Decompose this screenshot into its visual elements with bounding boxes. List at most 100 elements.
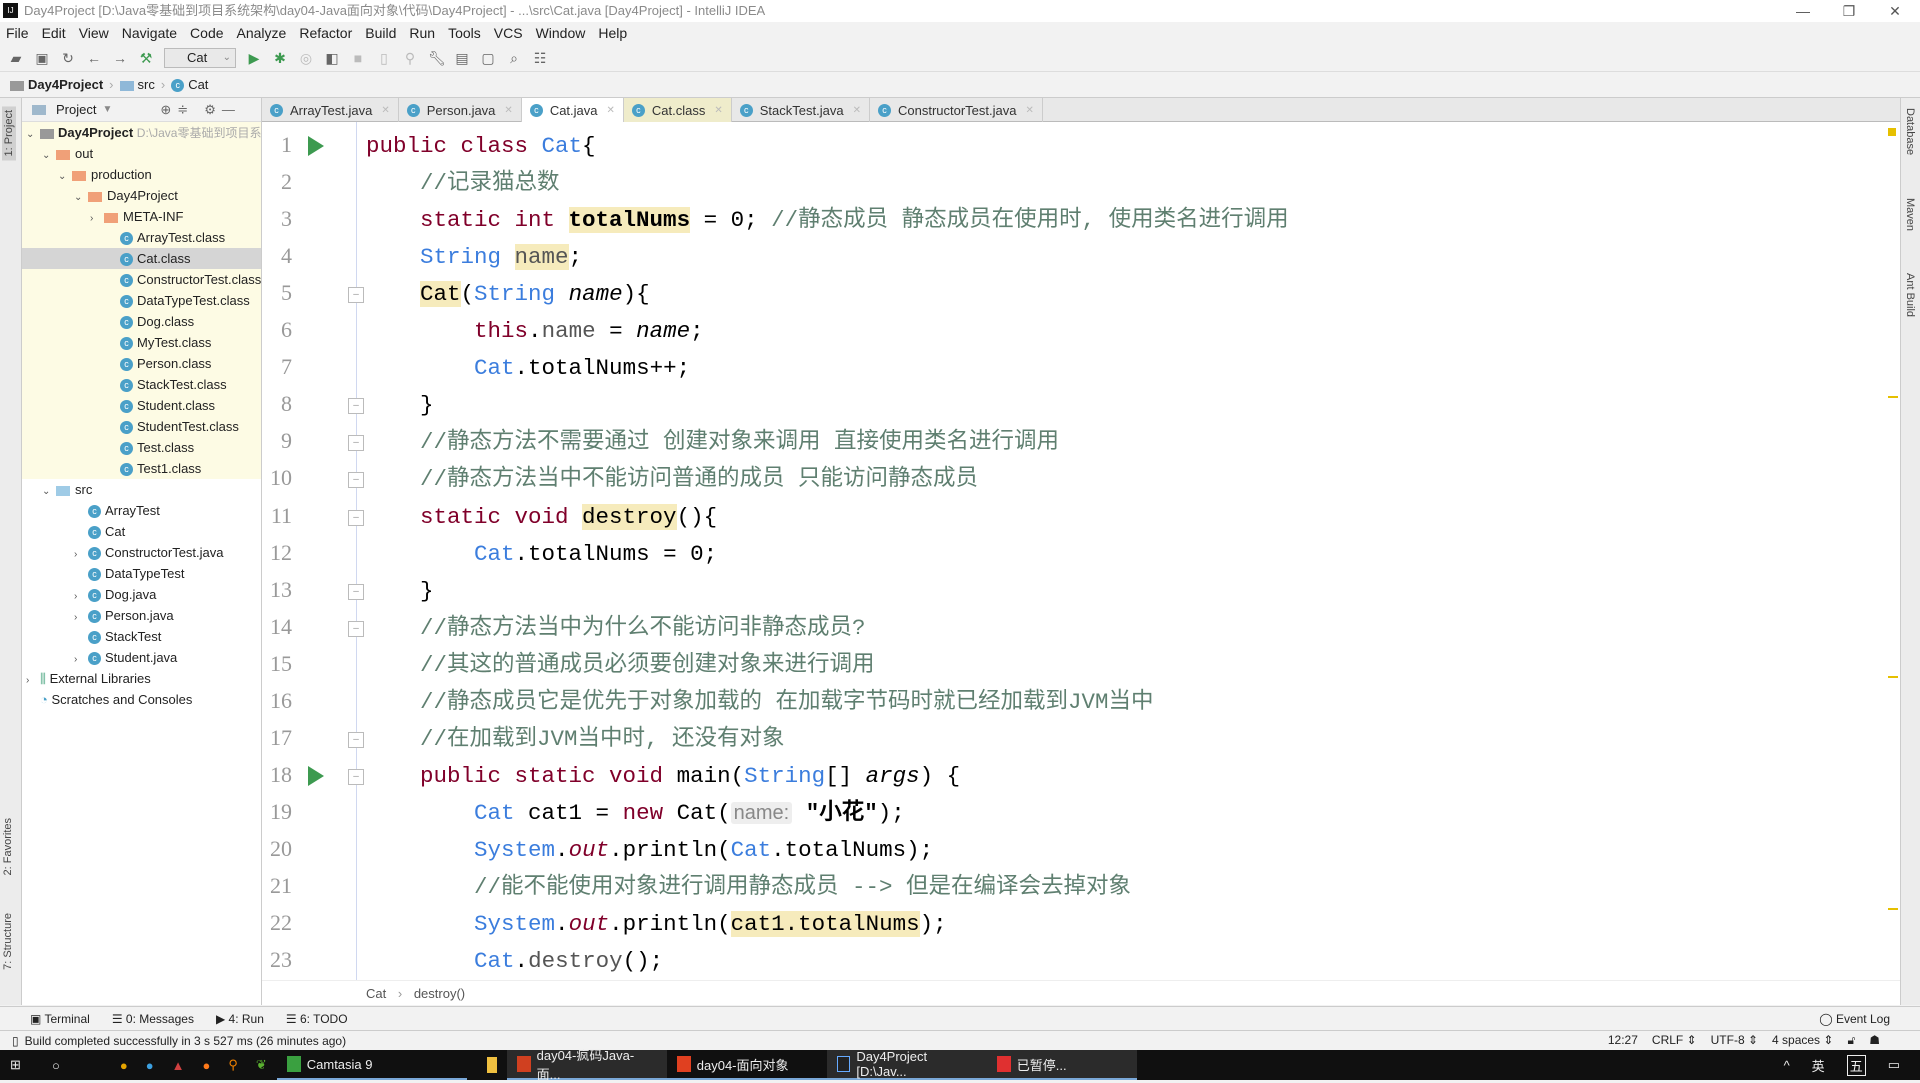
open-icon[interactable]: ▰ — [8, 50, 24, 66]
run-config-select[interactable]: Cat ⌄ — [164, 47, 236, 68]
tab-stacktest-java[interactable]: c StackTest.java ✕ — [732, 98, 870, 122]
locate-icon[interactable]: ⊕ — [160, 102, 171, 118]
menu-navigate[interactable]: Navigate — [122, 25, 177, 41]
coverage-icon[interactable]: ◎ — [298, 50, 314, 66]
chevron-down-icon[interactable]: ▼ — [102, 104, 112, 115]
tool-tab-favorites[interactable]: 2: Favorites — [2, 818, 14, 875]
chevron-down-icon[interactable]: ⌄ — [26, 124, 40, 145]
code-editor[interactable]: 1 public class Cat{2 //记录猫总数 3 static int … — [262, 122, 1900, 980]
run-gutter-icon[interactable] — [308, 765, 324, 786]
chevron-right-icon[interactable]: › — [74, 586, 88, 607]
vcs-icon[interactable]: ⚲ — [402, 50, 418, 66]
run-gutter-icon[interactable] — [308, 136, 324, 156]
tree-item[interactable]: c DataTypeTest.class — [22, 290, 261, 311]
error-stripe-mark[interactable] — [1888, 908, 1898, 910]
menu-window[interactable]: Window — [536, 25, 586, 41]
tool-run[interactable]: ▶ 4: Run — [216, 1012, 264, 1026]
tree-item[interactable]: c StackTest.class — [22, 374, 261, 395]
back-icon[interactable]: ← — [86, 50, 102, 66]
event-log-button[interactable]: ◯ Event Log — [1819, 1012, 1890, 1026]
taskbar-xmind[interactable]: day04-面向对象 — [666, 1050, 827, 1080]
fold-marker-icon[interactable]: – — [348, 472, 364, 489]
terminal-window-icon[interactable]: ▢ — [480, 50, 496, 66]
tree-item[interactable]: c StudentTest.class — [22, 416, 261, 437]
tool-messages[interactable]: ☰ 0: Messages — [112, 1012, 194, 1026]
tree-item[interactable]: c Dog.class — [22, 311, 261, 332]
fold-marker-icon[interactable]: – — [348, 398, 364, 415]
chevron-right-icon[interactable]: › — [90, 208, 104, 229]
tree-item[interactable]: › c Person.java — [22, 605, 261, 626]
chevron-down-icon[interactable]: ⌄ — [42, 145, 56, 166]
fold-marker-icon[interactable]: – — [348, 435, 364, 452]
tool-tab-database[interactable]: Database — [1904, 108, 1916, 155]
tree-item[interactable]: ⌄ out — [22, 143, 261, 164]
tab-cat-class[interactable]: c Cat.class ✕ — [623, 98, 732, 122]
taskbar-intellij[interactable]: Day4Project [D:\Jav... — [826, 1049, 987, 1080]
tree-item[interactable]: › ⫼ External Libraries — [22, 668, 261, 689]
device-icon[interactable]: ▯ — [376, 50, 392, 66]
fold-marker-icon[interactable]: – — [348, 768, 364, 785]
inspection-status-icon[interactable] — [1888, 128, 1896, 136]
tree-item[interactable]: ◔ Scratches and Consoles — [22, 689, 261, 710]
chevron-down-icon[interactable]: ⌄ — [74, 187, 88, 208]
fold-marker-icon[interactable]: – — [348, 731, 364, 748]
chevron-down-icon[interactable]: ⌄ — [42, 481, 56, 502]
debug-icon[interactable]: ✱ — [272, 50, 288, 66]
tree-item[interactable]: ⌄ Day4Project — [22, 185, 261, 206]
tree-item[interactable]: c Person.class — [22, 353, 261, 374]
error-stripe-mark[interactable] — [1888, 396, 1898, 398]
chevron-right-icon[interactable]: › — [26, 670, 40, 691]
taskbar-recorder[interactable]: 已暂停... — [986, 1050, 1137, 1080]
tree-item[interactable]: c ArrayTest — [22, 500, 261, 521]
search-icon[interactable]: ⌕ — [506, 50, 522, 66]
fold-marker-icon[interactable]: – — [348, 620, 364, 637]
nav-src[interactable]: src — [119, 77, 155, 92]
lock-icon[interactable]: 🔓︎ — [1847, 1033, 1855, 1048]
ime-language[interactable]: 英 — [1812, 1056, 1825, 1075]
tree-item[interactable]: › META-INF — [22, 206, 261, 227]
close-tab-icon[interactable]: ✕ — [504, 105, 512, 116]
caret-position[interactable]: 12:27 — [1608, 1033, 1638, 1048]
start-button[interactable]: ⊞ — [0, 1050, 42, 1080]
search-button[interactable]: ○ — [42, 1050, 70, 1080]
close-button[interactable]: ✕ — [1872, 0, 1918, 22]
search-tool-icon[interactable]: ⚲ — [228, 1057, 238, 1073]
tab-constructortest-java[interactable]: c ConstructorTest.java ✕ — [870, 98, 1043, 122]
error-stripe-mark[interactable] — [1888, 676, 1898, 678]
tree-item[interactable]: ⌄ production — [22, 164, 261, 185]
inspector-icon[interactable]: ☗ — [1869, 1033, 1880, 1048]
build-hammer-icon[interactable]: ⚒ — [138, 50, 154, 66]
tab-arraytest-java[interactable]: c ArrayTest.java ✕ — [262, 98, 399, 122]
sync-icon[interactable]: ↻ — [60, 50, 76, 66]
close-tab-icon[interactable]: ✕ — [381, 105, 389, 116]
tool-terminal[interactable]: ▣ Terminal — [30, 1012, 90, 1026]
save-icon[interactable]: ▣ — [34, 50, 50, 66]
close-tab-icon[interactable]: ✕ — [714, 105, 722, 116]
tree-item[interactable]: c Cat.class — [22, 248, 261, 269]
indent-setting[interactable]: 4 spaces ⇕ — [1772, 1033, 1833, 1048]
crumb-class[interactable]: Cat — [366, 986, 386, 1001]
tab-person-java[interactable]: c Person.java ✕ — [399, 98, 522, 122]
fold-marker-icon[interactable]: – — [348, 509, 364, 526]
tree-item[interactable]: c ConstructorTest.class — [22, 269, 261, 290]
tree-item[interactable]: ⌄ src — [22, 479, 261, 500]
tool-tab-structure[interactable]: 7: Structure — [2, 913, 14, 970]
tree-item[interactable]: › c Dog.java — [22, 584, 261, 605]
app-green-icon[interactable]: ❦ — [256, 1057, 267, 1073]
tree-item[interactable]: c Test1.class — [22, 458, 261, 479]
tool-todo[interactable]: ☰ 6: TODO — [286, 1012, 348, 1026]
app-icon[interactable]: ▲ — [172, 1058, 185, 1073]
tree-item[interactable]: c DataTypeTest — [22, 563, 261, 584]
tree-item[interactable]: c Student.class — [22, 395, 261, 416]
chevron-right-icon[interactable]: › — [74, 544, 88, 565]
gear-icon[interactable]: ⚙ — [204, 102, 216, 118]
tab-cat-java[interactable]: c Cat.java ✕ — [521, 98, 624, 122]
nav-cat[interactable]: c Cat — [171, 77, 208, 93]
stop-icon[interactable]: ■ — [350, 50, 366, 66]
tree-item[interactable]: c StackTest — [22, 626, 261, 647]
menu-run[interactable]: Run — [409, 25, 435, 41]
tree-item[interactable]: c Cat — [22, 521, 261, 542]
profile-icon[interactable]: ◧ — [324, 50, 340, 66]
minimize-button[interactable]: — — [1780, 0, 1826, 22]
menu-view[interactable]: View — [79, 25, 109, 41]
